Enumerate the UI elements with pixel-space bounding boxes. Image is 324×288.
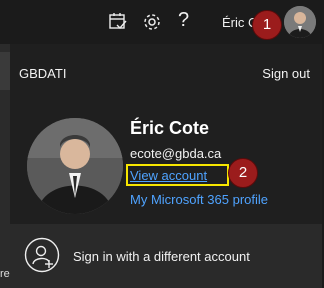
sign-in-different-account-label: Sign in with a different account — [73, 249, 250, 264]
sign-out-link[interactable]: Sign out — [262, 66, 310, 81]
account-panel: GBDATI Sign out Éric Cote ecote@gbda.ca … — [10, 44, 322, 288]
profile-photo — [27, 118, 123, 214]
help-button[interactable]: ? — [178, 9, 189, 32]
user-email: ecote@gbda.ca — [130, 146, 222, 161]
step-badge-2: 2 — [228, 158, 258, 188]
organization-name: GBDATI — [19, 66, 67, 81]
sign-in-different-account-button[interactable]: Sign in with a different account — [10, 224, 322, 288]
add-person-icon — [24, 237, 60, 273]
view-account-link[interactable]: View account — [130, 168, 207, 183]
background-text: re — [0, 268, 10, 280]
calendar-check-icon[interactable] — [107, 11, 129, 33]
background-app-block — [0, 52, 10, 90]
step-badge-1: 1 — [252, 10, 282, 40]
account-avatar[interactable] — [284, 6, 316, 38]
microsoft-365-profile-link[interactable]: My Microsoft 365 profile — [130, 192, 268, 207]
gear-icon[interactable] — [141, 11, 163, 33]
user-full-name: Éric Cote — [130, 118, 210, 138]
